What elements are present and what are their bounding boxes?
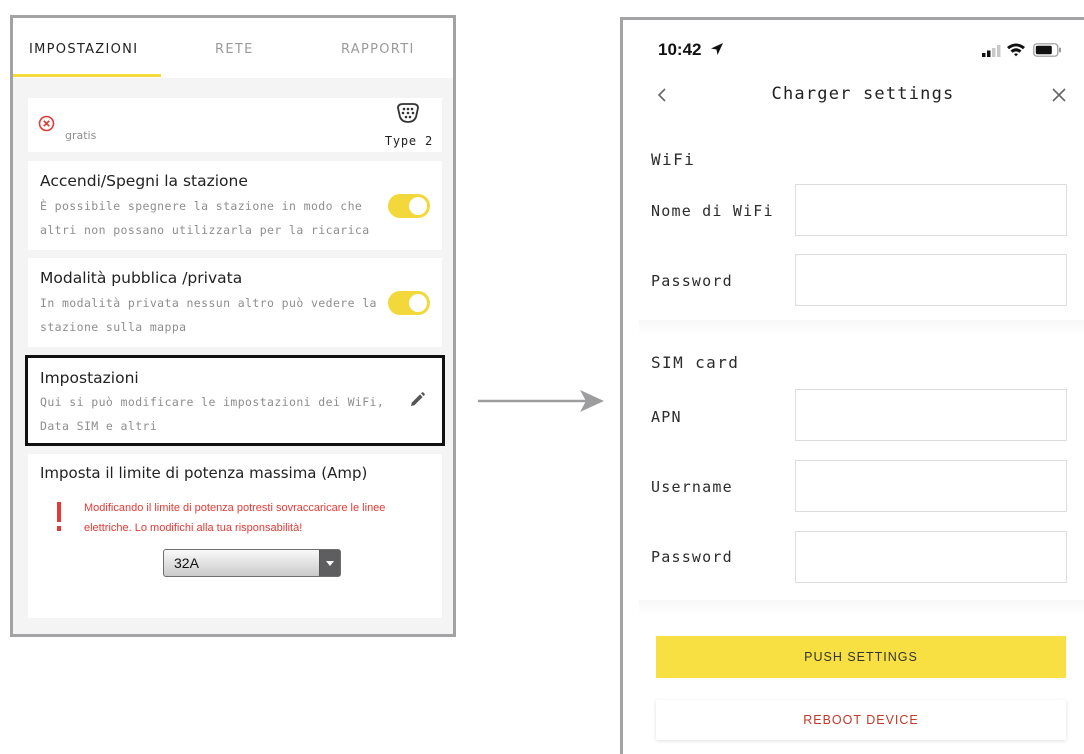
power-limit-title: Imposta il limite di potenza massima (Am… [40, 464, 368, 482]
charger-settings-screen: 10:42 Charger settings WiFi Nome di WiFi… [620, 17, 1084, 754]
connector-label: Type 2 [384, 134, 433, 148]
sim-password-label: Password [651, 548, 733, 566]
wifi-name-input[interactable] [795, 184, 1067, 236]
chevron-down-icon[interactable] [319, 550, 340, 576]
tab-bar: IMPOSTAZIONI RETE RAPPORTI [13, 18, 453, 78]
wifi-name-label: Nome di WiFi [651, 202, 774, 220]
status-time: 10:42 [658, 40, 702, 59]
sim-section-label: SIM card [651, 353, 740, 372]
wifi-password-label: Password [651, 272, 733, 290]
settings-item-description: Qui si può modificare le impostazioni de… [40, 395, 385, 433]
type2-connector-icon [397, 103, 419, 123]
signal-icon [982, 45, 1001, 57]
section-divider [639, 600, 1084, 614]
tab-impostazioni[interactable]: IMPOSTAZIONI [29, 42, 138, 57]
amperage-select[interactable]: 32A [163, 549, 341, 577]
station-settings-panel: IMPOSTAZIONI RETE RAPPORTI gratis Type 2… [10, 15, 456, 637]
section-divider [639, 320, 1084, 334]
sim-username-input[interactable] [795, 460, 1067, 512]
power-toggle-description: È possibile spegnere la stazione in modo… [40, 199, 370, 237]
privacy-toggle-title: Modalità pubblica /privata [40, 269, 243, 287]
price-text: gratis [65, 129, 97, 142]
push-settings-button[interactable]: PUSH SETTINGS [656, 636, 1066, 678]
privacy-toggle-card: Modalità pubblica /privata In modalità p… [28, 258, 442, 347]
settings-item-title: Impostazioni [40, 369, 139, 387]
station-info-card: gratis Type 2 [28, 98, 442, 152]
power-limit-card: Imposta il limite di potenza massima (Am… [28, 454, 442, 618]
cancel-circle-icon [38, 115, 55, 132]
close-icon[interactable] [1051, 87, 1067, 103]
sim-password-input[interactable] [795, 531, 1067, 583]
sim-username-label: Username [651, 478, 733, 496]
apn-input[interactable] [795, 389, 1067, 441]
edit-pencil-icon[interactable] [408, 391, 426, 409]
power-limit-warning: Modificando il limite di potenza potrest… [84, 502, 386, 534]
flow-arrow-icon [478, 390, 604, 412]
active-tab-indicator [13, 74, 161, 77]
power-toggle-switch[interactable] [388, 194, 430, 218]
power-toggle-title: Accendi/Spegni la stazione [40, 172, 248, 190]
amperage-selected-value: 32A [174, 555, 199, 571]
privacy-toggle-switch[interactable] [388, 291, 430, 315]
nav-title: Charger settings [771, 84, 955, 104]
power-toggle-card: Accendi/Spegni la stazione È possibile s… [28, 161, 442, 250]
apn-label: APN [651, 408, 682, 426]
wifi-section-label: WiFi [651, 150, 696, 169]
reboot-device-button[interactable]: REBOOT DEVICE [656, 700, 1066, 740]
wifi-icon [1007, 43, 1025, 57]
battery-icon [1033, 43, 1061, 57]
tab-rete[interactable]: RETE [215, 42, 254, 57]
settings-item-card[interactable]: Impostazioni Qui si può modificare le im… [25, 355, 445, 446]
tab-rapporti[interactable]: RAPPORTI [341, 42, 415, 57]
wifi-password-input[interactable] [795, 254, 1067, 306]
location-arrow-icon [711, 43, 723, 55]
warning-exclamation-icon [57, 502, 61, 531]
privacy-toggle-description: In modalità privata nessun altro può ved… [40, 296, 377, 334]
